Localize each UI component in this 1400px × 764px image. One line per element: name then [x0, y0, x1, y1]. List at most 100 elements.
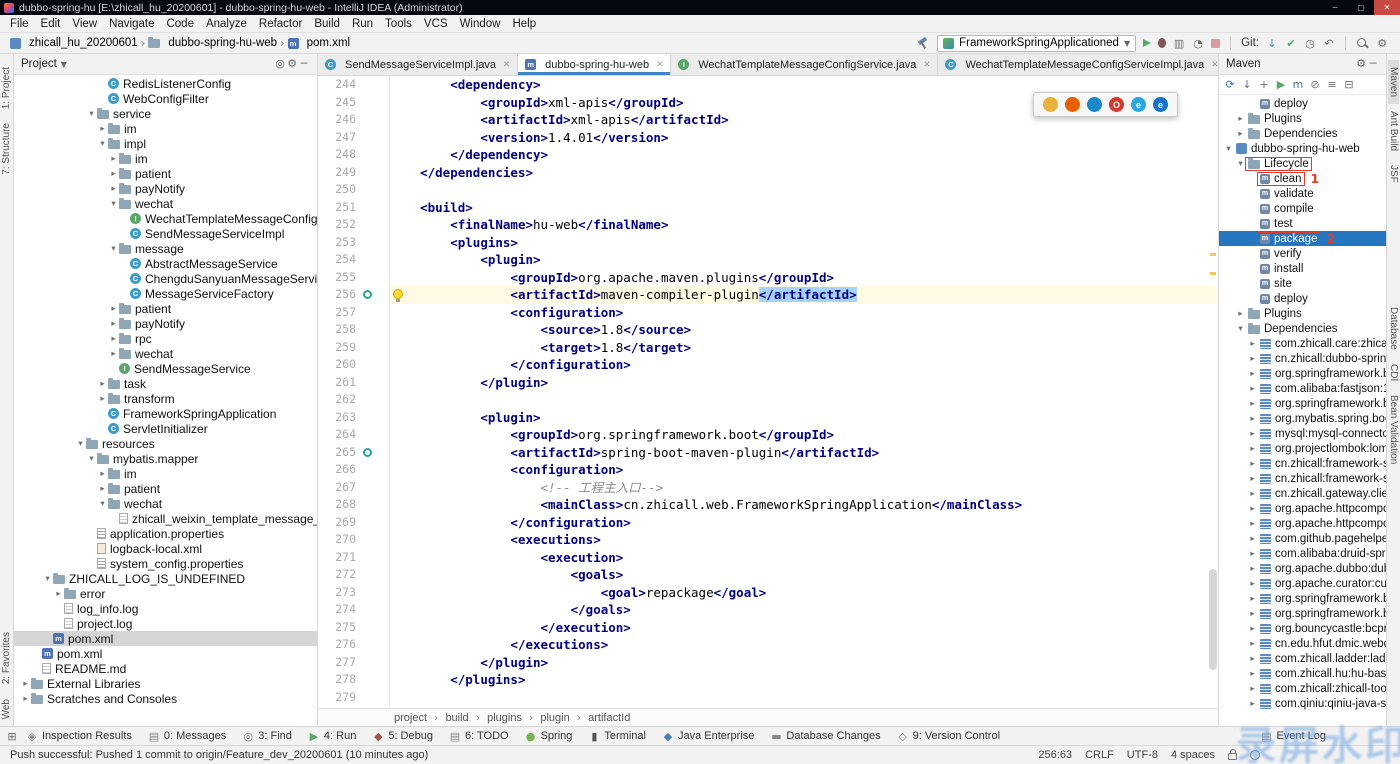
maven-tree-item[interactable]: ▸cn.zhicall:framework-sp... [1219, 456, 1386, 471]
project-tree-item[interactable]: ▸im [14, 466, 317, 481]
breadcrumb-item[interactable]: mpom.xml [288, 37, 350, 49]
maven-tree-item[interactable]: ▸Plugins [1219, 111, 1386, 126]
maven-tree-item[interactable]: ▸org.springframework.bo... [1219, 366, 1386, 381]
maven-tree-item[interactable]: ▸com.zhicall.hu:hu-base:1... [1219, 666, 1386, 681]
menu-item-run[interactable]: Run [346, 18, 379, 30]
chevron-right-icon[interactable]: ▸ [97, 469, 108, 479]
toolwindow-tab-ant-build[interactable]: Ant Build [1388, 104, 1399, 158]
gutter[interactable]: 252 [318, 216, 390, 234]
project-tree-item[interactable]: ▸payNotify [14, 316, 317, 331]
toggle-offline-icon[interactable]: ⊘ [1309, 79, 1321, 90]
code-line[interactable]: 273 <goal>repackage</goal> [318, 584, 1218, 602]
gutter[interactable]: 254 [318, 251, 390, 269]
project-tree-item[interactable]: ▾wechat [14, 496, 317, 511]
gutter[interactable]: 271 [318, 549, 390, 567]
opera-icon[interactable]: O [1109, 97, 1124, 112]
gutter[interactable]: 269 [318, 514, 390, 532]
menu-item-view[interactable]: View [66, 18, 103, 30]
project-tree-item[interactable]: ▾resources [14, 436, 317, 451]
gutter[interactable]: 274 [318, 601, 390, 619]
project-tree-item[interactable]: CServletInitializer [14, 421, 317, 436]
chevron-right-icon[interactable]: ▸ [97, 484, 108, 494]
gutter[interactable]: 267 [318, 479, 390, 497]
coverage-icon[interactable]: ▥ [1173, 38, 1185, 49]
editor-tab-sendmessageserviceimpl-java[interactable]: CSendMessageServiceImpl.java✕ [318, 54, 518, 75]
execute-goal-icon[interactable]: m [1292, 79, 1304, 90]
maven-tree-item[interactable]: ▸com.zhicall:zhicall-tool:0... [1219, 681, 1386, 696]
project-tree-item[interactable]: ▸transform [14, 391, 317, 406]
chevron-down-icon[interactable]: ▾ [75, 439, 86, 449]
project-tree-item[interactable]: CSendMessageServiceImpl [14, 226, 317, 241]
project-tree-item[interactable]: mpom.xml [14, 646, 317, 661]
maven-tree-item[interactable]: mtest [1219, 216, 1386, 231]
chevron-right-icon[interactable]: ▸ [1247, 609, 1258, 619]
gutter[interactable]: 249 [318, 164, 390, 182]
code-line[interactable]: 275 </execution> [318, 619, 1218, 637]
debug-icon[interactable] [1158, 38, 1166, 48]
project-tree-item[interactable]: ▸im [14, 151, 317, 166]
gutter[interactable]: 248 [318, 146, 390, 164]
maven-tree-item[interactable]: ▸org.apache.dubbo:dubbo... [1219, 561, 1386, 576]
gutter[interactable]: 255 [318, 269, 390, 287]
project-tree-item[interactable]: ▸External Libraries [14, 676, 317, 691]
maven-tree-item[interactable]: ▸com.alibaba:fastjson:1.2.4... [1219, 381, 1386, 396]
chevron-down-icon[interactable]: ▾ [1235, 159, 1246, 169]
menu-item-tools[interactable]: Tools [379, 18, 418, 30]
maven-tree-item[interactable]: minstall [1219, 261, 1386, 276]
maven-tree-item[interactable]: msite [1219, 276, 1386, 291]
chevron-right-icon[interactable]: ▸ [1247, 534, 1258, 544]
code-line[interactable]: 244 <dependency> [318, 76, 1218, 94]
close-tab-icon[interactable]: ✕ [1211, 60, 1218, 70]
chevron-right-icon[interactable]: ▸ [1247, 564, 1258, 574]
firefox-icon[interactable] [1065, 97, 1080, 112]
maven-tree-item[interactable]: mvalidate [1219, 186, 1386, 201]
project-tree-item[interactable]: ▸Scratches and Consoles [14, 691, 317, 706]
editor-tab-wechattemplatemessageconfigservice-java[interactable]: IWechatTemplateMessageConfigService.java… [671, 54, 938, 75]
project-tree-item[interactable]: ▸rpc [14, 331, 317, 346]
code-line[interactable]: 272 <goals> [318, 566, 1218, 584]
project-tree-item[interactable]: ▸error [14, 586, 317, 601]
chevron-right-icon[interactable]: ▸ [108, 154, 119, 164]
project-tree-item[interactable]: system_config.properties [14, 556, 317, 571]
menu-item-code[interactable]: Code [160, 18, 200, 30]
code-line[interactable]: 278 </plugins> [318, 671, 1218, 689]
chevron-right-icon[interactable]: ▸ [1247, 444, 1258, 454]
project-tree-item[interactable]: ▸wechat [14, 346, 317, 361]
maven-tree-item[interactable]: ▾Dependencies [1219, 321, 1386, 336]
gutter[interactable]: 272 [318, 566, 390, 584]
code-line[interactable]: 255 <groupId>org.apache.maven.plugins</g… [318, 269, 1218, 287]
project-tree-item[interactable]: README.md [14, 661, 317, 676]
chevron-down-icon[interactable]: ▾ [97, 499, 108, 509]
chevron-right-icon[interactable]: ▸ [1235, 129, 1246, 139]
indent-setting[interactable]: 4 spaces [1171, 749, 1215, 761]
gutter[interactable]: 268 [318, 496, 390, 514]
toolwindow-tab-bean-validation[interactable]: Bean Validation [1388, 388, 1399, 471]
file-encoding[interactable]: UTF-8 [1127, 749, 1158, 761]
project-tree-item[interactable]: zhicall_weixin_template_message_config_m [14, 511, 317, 526]
editor-tab-wechattemplatemessageconfigserviceimpl-java[interactable]: CWechatTemplateMessageConfigServiceImpl.… [938, 54, 1218, 75]
project-tree-item[interactable]: ▾impl [14, 136, 317, 151]
toolwindow-button-0-messages[interactable]: ▤0: Messages [140, 727, 234, 745]
code-line[interactable]: 248 </dependency> [318, 146, 1218, 164]
toolwindow-tab-jsf[interactable]: JSF [1388, 158, 1399, 190]
chevron-right-icon[interactable]: ▸ [20, 694, 31, 704]
intention-bulb-icon[interactable] [393, 289, 403, 299]
toolwindow-button-database-changes[interactable]: ▬Database Changes [762, 727, 888, 745]
update-project-icon[interactable]: ↓ [1266, 38, 1278, 49]
build-hammer-icon[interactable] [916, 36, 930, 50]
project-tree-item[interactable]: ▸im [14, 121, 317, 136]
chevron-right-icon[interactable]: ▸ [1247, 384, 1258, 394]
code-line[interactable]: 268 <mainClass>cn.zhicall.web.FrameworkS… [318, 496, 1218, 514]
maven-tree-item[interactable]: ▾Lifecycle [1219, 156, 1386, 171]
project-tree-item[interactable]: ▸task [14, 376, 317, 391]
chevron-right-icon[interactable]: ▸ [1247, 684, 1258, 694]
project-tree-item[interactable]: ▾wechat [14, 196, 317, 211]
breadcrumb-item[interactable]: plugins [487, 712, 522, 724]
toolwindow-button-inspection-results[interactable]: ◈Inspection Results [18, 727, 140, 745]
locate-file-icon[interactable]: ◎ [274, 58, 286, 69]
chevron-right-icon[interactable]: ▸ [1247, 669, 1258, 679]
code-line[interactable]: 247 <version>1.4.01</version> [318, 129, 1218, 147]
rollback-icon[interactable]: ↶ [1323, 38, 1335, 49]
project-tree-item[interactable]: log_info.log [14, 601, 317, 616]
chevron-right-icon[interactable]: ▸ [1235, 114, 1246, 124]
